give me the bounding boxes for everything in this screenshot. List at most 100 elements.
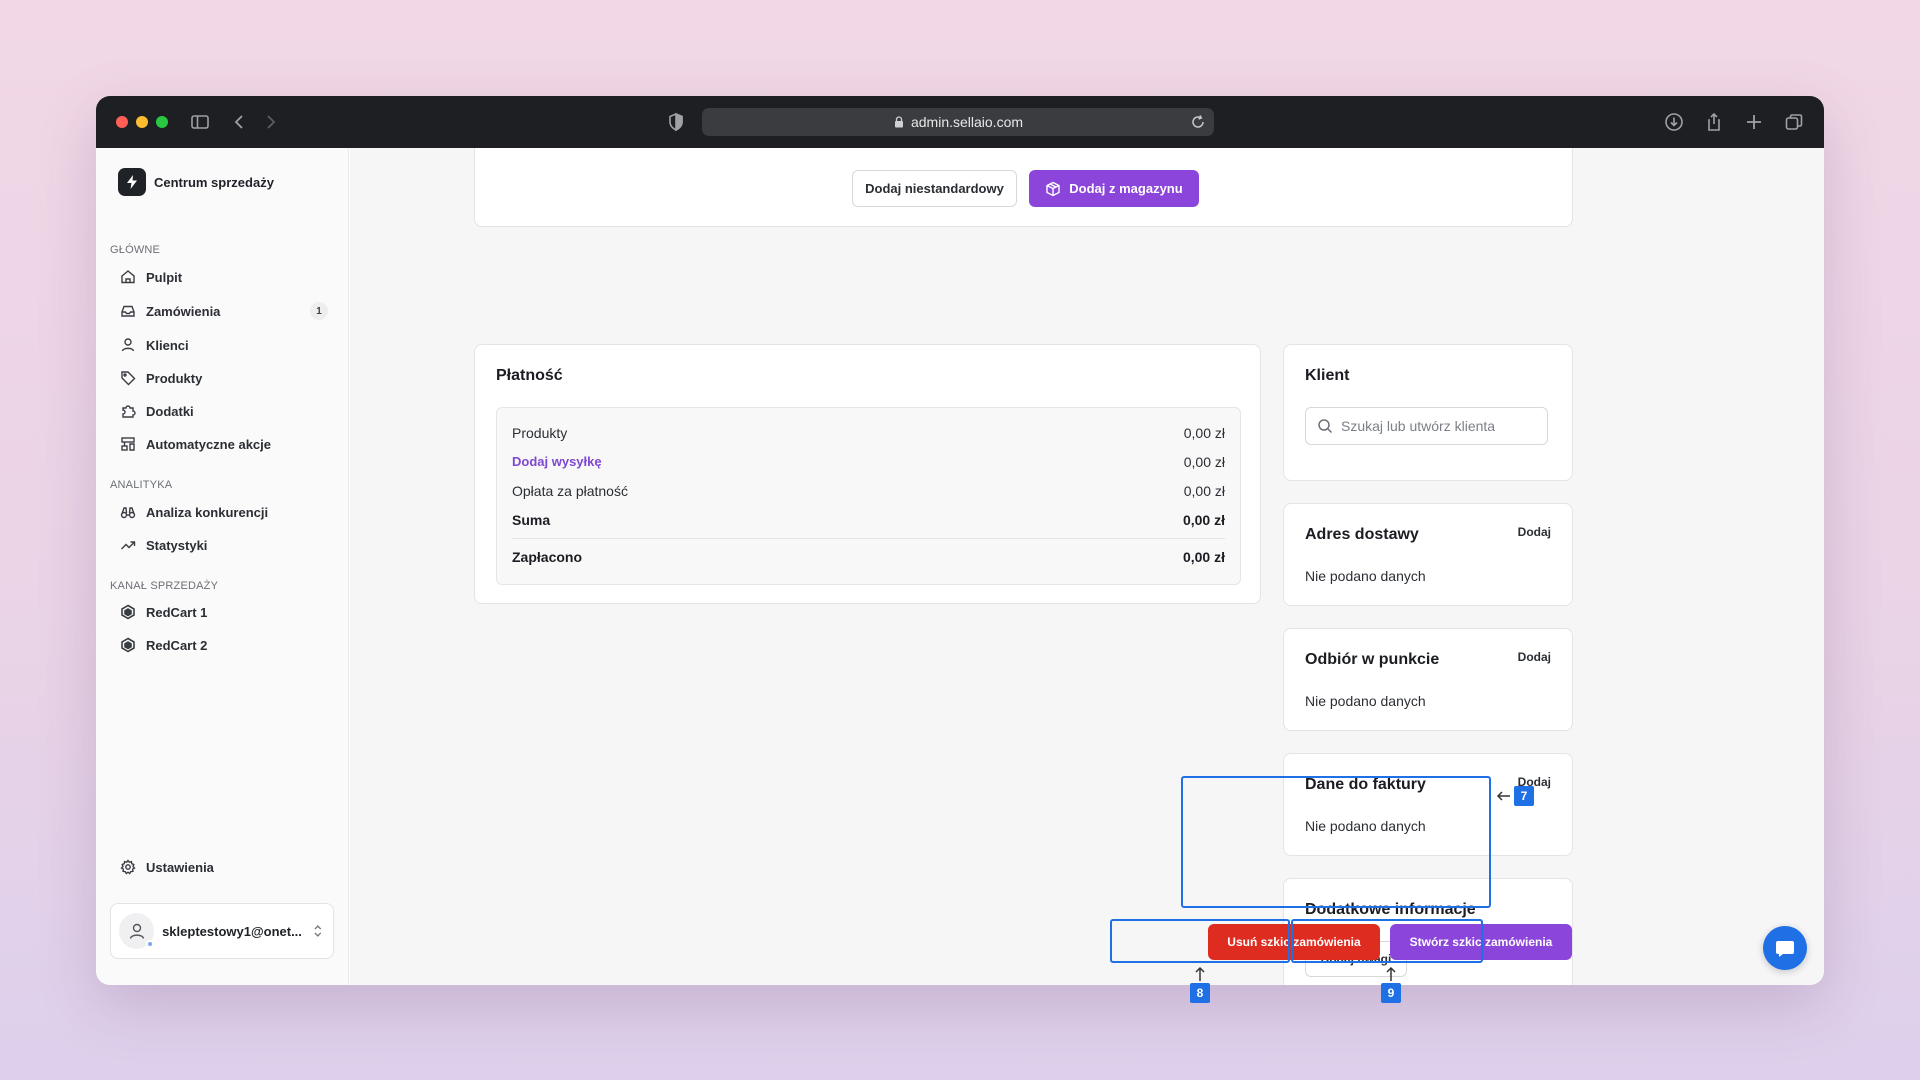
home-icon <box>121 270 135 284</box>
brand-logo-icon <box>118 168 146 196</box>
downloads-icon[interactable] <box>1662 110 1686 134</box>
sidebar-item-redcart-1[interactable]: RedCart 1 <box>110 598 336 626</box>
add-from-stock-button[interactable]: Dodaj z magazynu <box>1029 170 1199 207</box>
online-status-dot <box>146 940 155 948</box>
add-shipping-link[interactable]: Dodaj wysyłkę <box>512 454 602 470</box>
row-value: 0,00 zł <box>1182 549 1225 565</box>
brand[interactable]: Centrum sprzedaży <box>118 168 274 196</box>
annotation-tag-8: 8 <box>1190 983 1210 1003</box>
payment-row-fee: Opłata za płatność 0,00 zł <box>512 483 1225 499</box>
sidebar-item-label: Ustawienia <box>146 859 214 875</box>
row-label: Zapłacono <box>512 549 583 565</box>
puzzle-icon <box>122 405 136 418</box>
annotation-highlight-7 <box>1181 776 1491 908</box>
sidebar-item-ustawienia[interactable]: Ustawienia <box>110 853 336 881</box>
arrow-left-icon <box>1496 788 1512 809</box>
sidebar-item-analiza-konkurencji[interactable]: Analiza konkurencji <box>110 498 336 526</box>
sidebar-item-label: RedCart 2 <box>146 637 208 653</box>
section-label-channels: KANAŁ SPRZEDAŻY <box>110 580 219 592</box>
avatar <box>119 913 155 949</box>
row-label: Opłata za płatność <box>512 483 628 499</box>
row-label: Produkty <box>512 425 568 441</box>
payment-row-shipping: Dodaj wysyłkę 0,00 zł <box>512 454 1225 470</box>
add-custom-label: Dodaj niestandardowy <box>865 181 1004 196</box>
shipping-address-add-link[interactable]: Dodaj <box>1518 525 1551 539</box>
payment-row-total: Suma 0,00 zł <box>512 512 1225 528</box>
pickup-point-empty: Nie podano danych <box>1305 693 1426 709</box>
annotation-highlight-9 <box>1291 919 1483 963</box>
sidebar-item-zamowienia[interactable]: Zamówienia 1 <box>110 297 336 325</box>
sidebar: Centrum sprzedaży GŁÓWNE Pulpit Zamówien… <box>96 148 349 985</box>
trending-up-icon <box>121 541 136 550</box>
payment-card: Płatność Produkty 0,00 zł Dodaj wysyłkę … <box>474 344 1261 604</box>
user-icon <box>121 338 135 352</box>
close-window-button[interactable] <box>116 116 128 128</box>
user-avatar-icon <box>129 923 144 939</box>
user-email: skleptestowy1@onet... <box>162 923 302 939</box>
brand-name: Centrum sprzedaży <box>154 174 274 190</box>
sidebar-item-statystyki[interactable]: Statystyki <box>110 531 336 559</box>
pickup-point-add-link[interactable]: Dodaj <box>1518 650 1551 664</box>
sidebar-item-automatyczne-akcje[interactable]: Automatyczne akcje <box>110 430 336 458</box>
chat-support-button[interactable] <box>1763 926 1807 970</box>
row-value: 0,00 zł <box>1183 425 1225 441</box>
sidebar-item-klienci[interactable]: Klienci <box>110 331 336 359</box>
shipping-address-title: Adres dostawy <box>1305 526 1419 543</box>
sidebar-item-label: Statystyki <box>146 537 208 553</box>
add-custom-product-button[interactable]: Dodaj niestandardowy <box>852 170 1017 207</box>
main-content: Dodaj niestandardowy Dodaj z magazynu Pł… <box>350 148 1824 985</box>
client-title: Klient <box>1305 367 1350 384</box>
sidebar-toggle-icon[interactable] <box>188 110 212 134</box>
pickup-point-card: Odbiór w punkcie Dodaj Nie podano danych <box>1283 628 1573 731</box>
hexagon-icon <box>121 637 135 653</box>
client-card: Klient Szukaj lub utwórz klienta <box>1283 344 1573 481</box>
sidebar-item-redcart-2[interactable]: RedCart 2 <box>110 631 336 659</box>
hexagon-icon <box>121 604 135 620</box>
sidebar-item-label: Automatyczne akcje <box>146 436 271 452</box>
new-tab-icon[interactable] <box>1742 110 1766 134</box>
payment-row-products: Produkty 0,00 zł <box>512 425 1225 441</box>
sidebar-item-label: Klienci <box>146 337 189 353</box>
window-controls <box>116 116 168 128</box>
package-icon <box>1046 181 1060 196</box>
privacy-shield-icon[interactable] <box>664 110 688 134</box>
sidebar-item-label: RedCart 1 <box>146 604 208 620</box>
sidebar-item-label: Produkty <box>146 370 203 386</box>
products-card: Dodaj niestandardowy Dodaj z magazynu <box>474 148 1573 227</box>
sidebar-item-label: Pulpit <box>146 269 183 285</box>
share-icon[interactable] <box>1702 110 1726 134</box>
payment-summary: Produkty 0,00 zł Dodaj wysyłkę 0,00 zł O… <box>496 407 1241 585</box>
tab-overview-icon[interactable] <box>1782 110 1806 134</box>
browser-titlebar: admin.sellaio.com <box>96 96 1824 148</box>
search-placeholder: Szukaj lub utwórz klienta <box>1341 418 1496 434</box>
chevron-updown-icon <box>314 925 322 937</box>
workflow-icon <box>121 437 135 451</box>
sidebar-item-label: Dodatki <box>146 403 194 419</box>
payment-title: Płatność <box>496 367 563 384</box>
sidebar-item-label: Zamówienia <box>146 303 221 319</box>
row-value: 0,00 zł <box>1183 483 1225 499</box>
reload-icon[interactable] <box>1190 114 1206 130</box>
sidebar-item-dodatki[interactable]: Dodatki <box>110 397 336 425</box>
row-value: 0,00 zł <box>1183 454 1225 470</box>
inbox-icon <box>121 305 135 317</box>
pickup-point-title: Odbiór w punkcie <box>1305 651 1440 668</box>
client-search-input[interactable]: Szukaj lub utwórz klienta <box>1305 407 1548 445</box>
back-icon[interactable] <box>228 110 252 134</box>
sidebar-item-produkty[interactable]: Produkty <box>110 364 336 392</box>
account-switcher[interactable]: skleptestowy1@onet... <box>110 903 334 959</box>
maximize-window-button[interactable] <box>156 116 168 128</box>
forward-icon[interactable] <box>258 110 282 134</box>
search-icon <box>1318 419 1333 434</box>
shipping-address-empty: Nie podano danych <box>1305 568 1426 584</box>
annotation-tag-9: 9 <box>1381 983 1401 1003</box>
browser-window: admin.sellaio.com Centrum sprzedaży GŁÓW… <box>96 96 1824 985</box>
section-label-main: GŁÓWNE <box>110 244 161 256</box>
add-from-stock-label: Dodaj z magazynu <box>1069 181 1183 196</box>
address-bar[interactable]: admin.sellaio.com <box>702 108 1214 136</box>
url-text: admin.sellaio.com <box>910 114 1024 130</box>
binoculars-icon <box>120 507 136 519</box>
sidebar-item-pulpit[interactable]: Pulpit <box>110 263 336 291</box>
minimize-window-button[interactable] <box>136 116 148 128</box>
lock-icon <box>894 116 903 128</box>
